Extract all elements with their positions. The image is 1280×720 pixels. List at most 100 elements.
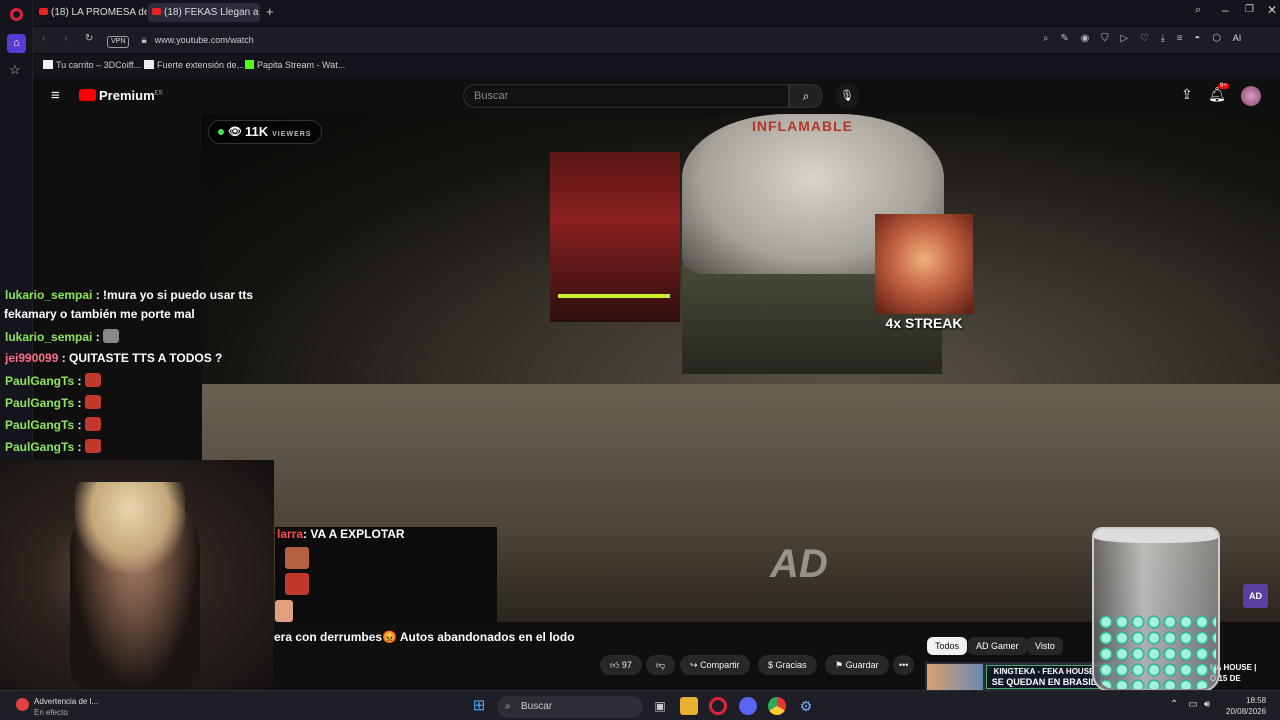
chat-line: PaulGangTs : bbox=[5, 395, 101, 410]
vpn-badge[interactable]: VPN bbox=[107, 36, 130, 48]
forward-icon[interactable]: › bbox=[64, 33, 67, 44]
edit-icon[interactable]: ✎ bbox=[1060, 33, 1068, 44]
logo-label: Premium bbox=[99, 88, 155, 103]
taskbar-search-label: Buscar bbox=[521, 701, 553, 712]
minimize-icon[interactable]: – bbox=[1222, 3, 1229, 17]
play-icon[interactable]: ▷ bbox=[1120, 33, 1128, 44]
thumbnail-caption-line-1: KINGTEKA - FEKA HOUSE bbox=[993, 667, 1095, 676]
video-red-truck bbox=[550, 152, 680, 322]
logo-country: ES bbox=[154, 90, 163, 97]
taskbar-clock[interactable]: 18:58 20/08/2026 bbox=[1226, 695, 1266, 717]
new-tab-icon[interactable]: + bbox=[266, 4, 274, 19]
url-field[interactable]: VPN 🔒︎ www.youtube.com/watch bbox=[107, 31, 1027, 49]
bookmark-item[interactable]: Fuerte extensión de... bbox=[144, 60, 244, 70]
weather-warning-widget[interactable]: Advertencia de l... En efecto bbox=[16, 696, 98, 718]
taskbar-search[interactable]: ⌕ Buscar bbox=[497, 696, 643, 718]
avatar[interactable] bbox=[1241, 86, 1261, 106]
streak-meme-image bbox=[875, 214, 973, 314]
viewer-count-badge: 👁︎ 11K VIEWERS bbox=[208, 120, 322, 144]
bookmark-favicon-icon bbox=[43, 60, 53, 69]
profile-icon[interactable]: ◓ bbox=[1194, 33, 1200, 44]
url-text[interactable]: www.youtube.com/watch bbox=[155, 35, 254, 45]
star-icon[interactable]: ☆ bbox=[9, 62, 21, 78]
emote-icon bbox=[84, 439, 101, 453]
camera-icon[interactable]: ◉ bbox=[1081, 33, 1090, 44]
save-label: Guardar bbox=[845, 660, 879, 670]
opera-logo-icon[interactable] bbox=[10, 8, 23, 21]
chat-user: lukario_sempai bbox=[5, 330, 93, 344]
shield-icon[interactable]: ⛉ bbox=[1101, 33, 1109, 44]
glass-balls bbox=[1098, 614, 1216, 689]
thumbs-up-icon: 👍︎ bbox=[610, 660, 620, 670]
chat-text: : bbox=[74, 374, 85, 388]
thanks-icon: $ bbox=[768, 660, 774, 670]
discord-icon[interactable] bbox=[739, 697, 757, 715]
tab-label: (18) FEKAS Llegan a la bbox=[164, 7, 260, 18]
tab-la-promesa[interactable]: (18) LA PROMESA de King bbox=[35, 3, 147, 22]
notifications-button[interactable]: 🔔︎ 9+ bbox=[1208, 83, 1229, 103]
kick-icon bbox=[245, 60, 254, 69]
youtube-topbar: ≡ PremiumES Buscar ⌕ 🎙︎ ⇪ 🔔︎ 9+ bbox=[33, 78, 1280, 114]
chrome-icon[interactable] bbox=[768, 697, 786, 715]
chip-todos[interactable]: Todos bbox=[927, 637, 968, 655]
upload-icon[interactable]: ⇪ bbox=[1181, 86, 1193, 103]
bookmarks-bar: Tu carrito – 3DCoiff... Fuerte extensión… bbox=[33, 55, 1280, 77]
share-button[interactable]: ↪ Compartir bbox=[680, 655, 750, 675]
ai-button[interactable]: AI bbox=[1233, 33, 1242, 43]
hamburger-menu-icon[interactable]: ≡ bbox=[51, 87, 60, 104]
settings-gear-icon[interactable]: ⚙ bbox=[797, 697, 815, 715]
bookmark-label: Papita Stream - Wat... bbox=[257, 60, 346, 70]
more-icon: ••• bbox=[899, 660, 909, 670]
bookmark-item[interactable]: Papita Stream - Wat... bbox=[245, 60, 345, 70]
youtube-premium-logo[interactable]: PremiumES bbox=[79, 88, 163, 103]
warning-icon bbox=[16, 698, 29, 711]
thanks-button[interactable]: $ Gracias bbox=[758, 655, 817, 675]
tab-fekas[interactable]: (18) FEKAS Llegan a la bbox=[148, 3, 260, 22]
chip-ad-gamer[interactable]: AD Gamer bbox=[968, 637, 1027, 655]
tray-chevron-icon[interactable]: ⌃ bbox=[1170, 699, 1178, 710]
search-tabs-icon[interactable]: ⌕ bbox=[1195, 4, 1201, 17]
opera-icon[interactable] bbox=[709, 697, 727, 715]
windows-start-icon[interactable]: ⊞ bbox=[470, 697, 488, 715]
download-icon[interactable]: ⤓ bbox=[1161, 33, 1165, 44]
chat-line: lukario_sempai : !mura yo si puedo usar … bbox=[5, 288, 253, 302]
close-icon[interactable]: ✕ bbox=[1267, 3, 1277, 17]
alert-user: larra bbox=[277, 527, 304, 541]
thumbnail-people bbox=[927, 664, 983, 690]
zoom-icon[interactable]: ⌕ bbox=[1043, 33, 1049, 44]
search-input[interactable]: Buscar bbox=[463, 84, 789, 108]
home-icon[interactable]: ⌂ bbox=[7, 34, 26, 53]
emote-icon bbox=[84, 417, 101, 431]
volume-icon[interactable]: 🔊︎ bbox=[1204, 699, 1210, 710]
chat-line: PaulGangTs : bbox=[5, 373, 101, 388]
bookmark-item[interactable]: Tu carrito – 3DCoiff... bbox=[43, 60, 141, 70]
task-view-icon[interactable]: ▣ bbox=[651, 697, 669, 715]
search-button[interactable]: ⌕ bbox=[789, 84, 823, 108]
recommended-video-thumbnail[interactable]: KINGTEKA - FEKA HOUSE SE QUEDAN EN BRASI… bbox=[925, 662, 1115, 690]
like-button[interactable]: 👍︎ 97 bbox=[600, 655, 642, 675]
thumbs-down-icon: 👎︎ bbox=[656, 660, 666, 670]
glass-overlay-widget bbox=[1092, 527, 1220, 692]
dislike-button[interactable]: 👎︎ bbox=[646, 655, 676, 675]
menu-icon[interactable]: ≡ bbox=[1177, 33, 1183, 44]
maximize-icon[interactable]: ❐ bbox=[1245, 4, 1254, 15]
channel-watermark: AD bbox=[770, 542, 828, 586]
chat-user: PaulGangTs bbox=[5, 396, 75, 410]
back-icon[interactable]: ‹ bbox=[42, 33, 45, 44]
voice-search-button[interactable]: 🎙︎ bbox=[835, 84, 859, 108]
network-icon[interactable]: ▭ bbox=[1188, 699, 1197, 710]
streak-text: 4x STREAK bbox=[885, 315, 963, 331]
search-icon: ⌕ bbox=[802, 89, 810, 103]
clock-date: 20/08/2026 bbox=[1226, 707, 1267, 716]
toolbar-icons: ⌕ ✎ ◉ ⛉ ▷ ♡ ⤓ ≡ ◓ ⬡ AI bbox=[1043, 33, 1241, 44]
tanker-sign: INFLAMABLE bbox=[752, 118, 853, 134]
file-explorer-icon[interactable] bbox=[680, 697, 698, 715]
reload-icon[interactable]: ↻ bbox=[85, 33, 93, 44]
bookmark-favicon-icon bbox=[144, 60, 154, 69]
extensions-icon[interactable]: ⬡ bbox=[1212, 33, 1221, 44]
chat-text: : bbox=[92, 330, 104, 344]
chat-text: : QUITASTE TTS A TODOS ? bbox=[58, 351, 223, 365]
save-button[interactable]: ⚑ Guardar bbox=[825, 655, 889, 675]
chip-visto[interactable]: Visto bbox=[1027, 637, 1063, 655]
heart-icon[interactable]: ♡ bbox=[1140, 33, 1149, 44]
